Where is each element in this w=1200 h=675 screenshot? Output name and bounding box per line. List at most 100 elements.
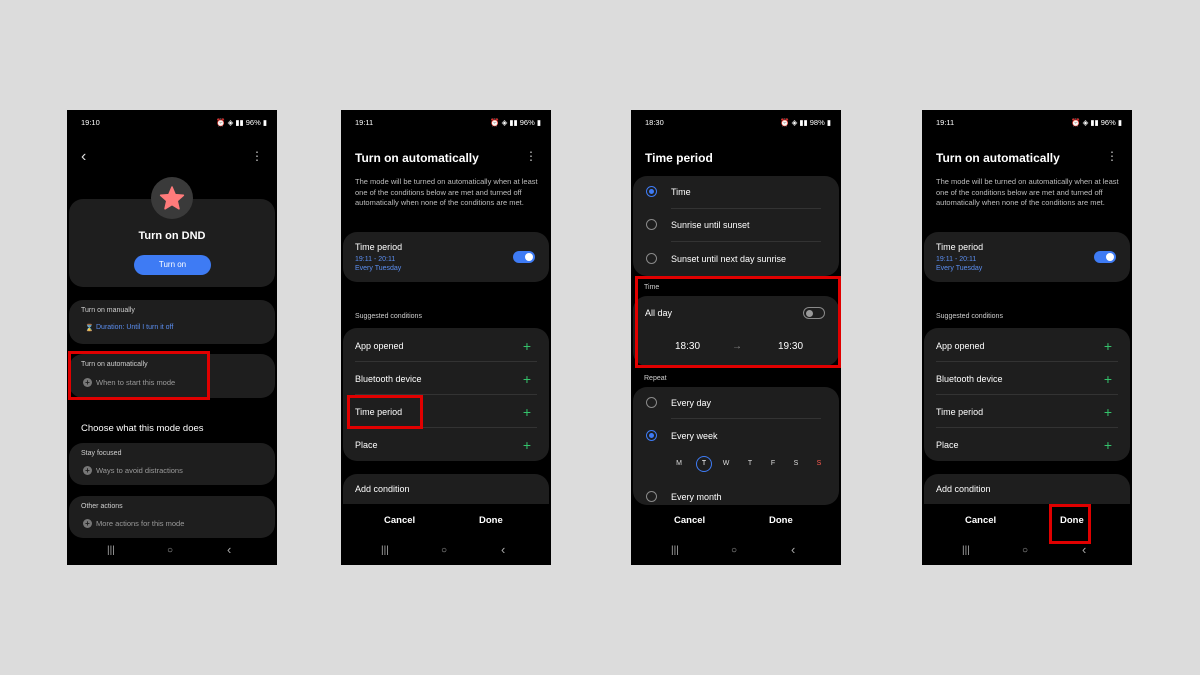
condition-place[interactable]: Place (936, 440, 959, 450)
time-period-card[interactable]: Time period 19:11 - 20:11 Every Tuesday (343, 232, 549, 282)
add-icon[interactable]: + (523, 438, 531, 452)
option-sunset-sunrise[interactable]: Sunset until next day sunrise (671, 254, 786, 264)
divider (936, 361, 1118, 362)
divider (671, 241, 821, 242)
radio-sunrise-sunset[interactable] (646, 219, 657, 230)
status-battery: ⏰ ◈ ▮▮ 96% ▮ (490, 118, 541, 127)
day-thursday[interactable]: T (744, 460, 756, 467)
status-time: 19:11 (355, 118, 374, 127)
day-sunday[interactable]: S (813, 460, 825, 467)
time-period-card[interactable]: Time period 19:11 - 20:11 Every Tuesday (924, 232, 1130, 282)
status-battery: ⏰ ◈ ▮▮ 96% ▮ (1071, 118, 1122, 127)
day-wednesday[interactable]: W (720, 460, 732, 467)
option-time[interactable]: Time (671, 187, 691, 197)
radio-sunset-sunrise[interactable] (646, 253, 657, 264)
status-time: 18:30 (645, 118, 664, 127)
back-icon[interactable]: ‹ (81, 148, 86, 166)
recents-icon[interactable]: ||| (962, 545, 970, 556)
home-icon[interactable]: ○ (731, 545, 737, 556)
cancel-button[interactable]: Cancel (965, 515, 996, 526)
other-actions-card[interactable]: Other actions + More actions for this mo… (69, 496, 275, 538)
repeat-heading: Repeat (644, 375, 667, 382)
radio-every-day[interactable] (646, 397, 657, 408)
option-every-month[interactable]: Every month (671, 492, 722, 502)
add-condition-card[interactable]: Add condition (343, 474, 549, 504)
back-nav-icon[interactable]: ‹ (791, 542, 795, 557)
cancel-button[interactable]: Cancel (674, 515, 705, 526)
status-battery: ⏰ ◈ ▮▮ 98% ▮ (780, 118, 831, 127)
add-icon[interactable]: + (1104, 339, 1112, 353)
condition-bluetooth[interactable]: Bluetooth device (936, 374, 1003, 384)
mode-icon-circle (151, 177, 193, 219)
time-period-label: Time period (936, 242, 984, 252)
add-icon[interactable]: + (523, 405, 531, 419)
time-period-repeat: Every Tuesday (936, 265, 983, 272)
radio-time[interactable] (646, 186, 657, 197)
option-every-week[interactable]: Every week (671, 431, 718, 441)
option-every-day[interactable]: Every day (671, 398, 711, 408)
turn-on-button[interactable]: Turn on (134, 255, 211, 275)
condition-bluetooth[interactable]: Bluetooth device (355, 374, 422, 384)
back-nav-icon[interactable]: ‹ (501, 542, 505, 557)
back-nav-icon[interactable]: ‹ (227, 542, 231, 557)
day-saturday[interactable]: S (790, 460, 802, 467)
highlight-box (1049, 504, 1091, 544)
time-period-toggle[interactable] (513, 251, 535, 263)
day-monday[interactable]: M (673, 460, 685, 467)
more-options-icon[interactable]: ⋮ (1106, 150, 1118, 162)
signal-icons: ⏰ ◈ ▮▮ (780, 118, 810, 127)
more-options-icon[interactable]: ⋮ (525, 150, 537, 162)
add-icon[interactable]: + (1104, 405, 1112, 419)
done-button[interactable]: Done (769, 515, 793, 526)
home-icon[interactable]: ○ (167, 545, 173, 556)
divider (936, 394, 1118, 395)
option-sunrise-sunset[interactable]: Sunrise until sunset (671, 220, 750, 230)
condition-app-opened[interactable]: App opened (355, 341, 404, 351)
add-icon[interactable]: + (1104, 438, 1112, 452)
battery-icon: ▮ (260, 118, 267, 127)
day-tuesday[interactable]: T (696, 456, 712, 472)
add-condition-label: Add condition (936, 484, 991, 494)
recents-icon[interactable]: ||| (107, 545, 115, 556)
time-period-toggle[interactable] (1094, 251, 1116, 263)
condition-place[interactable]: Place (355, 440, 378, 450)
divider (671, 208, 821, 209)
add-condition-card[interactable]: Add condition (924, 474, 1130, 504)
radio-every-month[interactable] (646, 491, 657, 502)
condition-time-period[interactable]: Time period (936, 407, 983, 417)
phone-screen-turn-on-automatically-done: 19:11 ⏰ ◈ ▮▮ 96% ▮ Turn on automatically… (922, 110, 1132, 565)
status-time: 19:11 (936, 118, 955, 127)
more-options-icon[interactable]: ⋮ (251, 150, 263, 162)
highlight-box (635, 276, 841, 368)
page-title: Turn on automatically (355, 151, 479, 165)
suggested-conditions-card: App opened + Bluetooth device + Time per… (924, 328, 1130, 461)
section-title: Choose what this mode does (81, 423, 204, 434)
add-icon: + (83, 466, 92, 475)
stay-focused-card[interactable]: Stay focused + Ways to avoid distraction… (69, 443, 275, 485)
turn-on-manually-card[interactable]: Turn on manually ⌛ Duration: Until I tur… (69, 300, 275, 344)
period-type-card: Time Sunrise until sunset Sunset until n… (633, 176, 839, 276)
add-condition-label: Add condition (355, 484, 410, 494)
battery-icon: ▮ (824, 118, 831, 127)
home-icon[interactable]: ○ (441, 545, 447, 556)
recents-icon[interactable]: ||| (671, 545, 679, 556)
phone-screen-turn-on-automatically: 19:11 ⏰ ◈ ▮▮ 96% ▮ Turn on automatically… (341, 110, 551, 565)
bottom-bar (631, 506, 841, 536)
other-heading: Other actions (81, 503, 123, 510)
add-icon[interactable]: + (523, 339, 531, 353)
manual-heading: Turn on manually (81, 307, 135, 314)
recents-icon[interactable]: ||| (381, 545, 389, 556)
day-friday[interactable]: F (767, 460, 779, 467)
repeat-card: Every day Every week Every month (633, 387, 839, 505)
add-icon: + (83, 519, 92, 528)
battery-icon: ▮ (534, 118, 541, 127)
mode-title: Turn on DND (138, 230, 206, 242)
add-icon[interactable]: + (1104, 372, 1112, 386)
done-button[interactable]: Done (479, 515, 503, 526)
back-nav-icon[interactable]: ‹ (1082, 542, 1086, 557)
home-icon[interactable]: ○ (1022, 545, 1028, 556)
cancel-button[interactable]: Cancel (384, 515, 415, 526)
add-icon[interactable]: + (523, 372, 531, 386)
radio-every-week[interactable] (646, 430, 657, 441)
condition-app-opened[interactable]: App opened (936, 341, 985, 351)
